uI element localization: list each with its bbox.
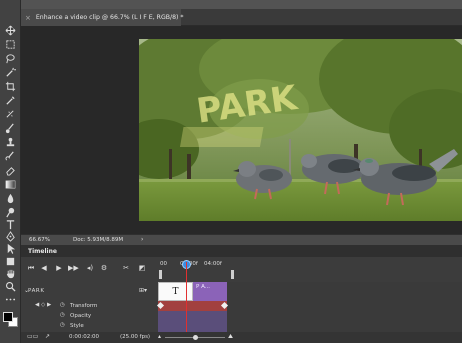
track-menu-icon[interactable]: ⊞▾ xyxy=(139,287,147,294)
zoom-level[interactable]: 66.67% xyxy=(29,237,50,243)
tools-panel xyxy=(0,0,21,343)
park-clip-label: P A... xyxy=(196,284,210,290)
blur-icon[interactable] xyxy=(3,192,18,204)
stamp-icon[interactable] xyxy=(3,136,18,148)
time-ruler[interactable]: 00 02:00f 04:00f xyxy=(158,257,462,282)
eraser-icon[interactable] xyxy=(3,164,18,176)
go-to-first-frame-icon[interactable]: ⏮ xyxy=(26,264,36,273)
playhead-line xyxy=(186,262,187,343)
path-select-icon[interactable] xyxy=(3,242,18,254)
dodge-icon[interactable] xyxy=(3,206,18,218)
more-icon[interactable] xyxy=(3,293,18,305)
work-area-end-handle[interactable] xyxy=(231,270,234,279)
healing-icon[interactable] xyxy=(3,108,18,120)
settings-gear-icon[interactable]: ⚙ xyxy=(99,264,109,272)
lasso-icon[interactable] xyxy=(3,52,18,64)
zoom-out-icon[interactable]: ▴ xyxy=(158,333,161,340)
timeline-header: Timeline xyxy=(21,245,462,257)
ruler-tick-2: 04:00f xyxy=(204,261,222,267)
track-header: ⌄ PARK ⊞▾ xyxy=(21,282,158,301)
document-tab-title: Enhance a video clip @ 66.7% (L I F E, R… xyxy=(35,14,184,21)
pen-icon[interactable] xyxy=(3,230,18,242)
timeline-title[interactable]: Timeline xyxy=(28,248,57,255)
status-bar: 66.67% Doc: 5.93M/8.89M › xyxy=(21,234,462,245)
move-icon[interactable] xyxy=(3,24,18,36)
timeline-footer: ▭▭ ↗ 0:00:02:00 (25.00 fps) ▴ ⛰ xyxy=(21,332,462,343)
ruler-tick-0: 00 xyxy=(160,261,167,267)
canvas-area[interactable]: PARK xyxy=(21,26,462,234)
property-label: Opacity xyxy=(70,313,92,319)
document-tab-bar: × Enhance a video clip @ 66.7% (L I F E,… xyxy=(21,9,462,26)
keyframe-nav-icon[interactable]: ◀ ◇ ▶ xyxy=(35,302,51,308)
text-layer-clip[interactable]: T xyxy=(158,282,193,301)
status-menu-arrow[interactable]: › xyxy=(141,236,143,243)
close-tab-icon[interactable]: × xyxy=(25,14,31,22)
property-label: Transform xyxy=(70,303,98,309)
next-frame-icon[interactable]: ▶▶ xyxy=(68,264,79,272)
playback-controls: ⏮ ◀ ▶ ▶▶ ◂) ⚙ ✂ ◩ xyxy=(21,257,158,282)
marquee-icon[interactable] xyxy=(3,38,18,50)
transform-keyframe-row[interactable] xyxy=(158,301,227,311)
frame-rate: (25.00 fps) xyxy=(120,334,151,340)
play-icon[interactable]: ▶ xyxy=(54,264,64,272)
park-layer-clip[interactable]: P A... xyxy=(193,282,227,301)
document-tab[interactable]: × Enhance a video clip @ 66.7% (L I F E,… xyxy=(21,9,184,26)
zoom-in-icon[interactable]: ⛰ xyxy=(228,333,233,341)
video-frame-preview[interactable]: PARK xyxy=(139,39,462,221)
eyedropper-icon[interactable] xyxy=(3,94,18,106)
work-area-start-handle[interactable] xyxy=(159,270,162,279)
brush-icon[interactable] xyxy=(3,122,18,134)
history-brush-icon[interactable] xyxy=(3,150,18,162)
property-row-style: ◷ Style xyxy=(21,321,158,331)
type-icon[interactable] xyxy=(3,218,18,230)
stopwatch-icon[interactable]: ◷ xyxy=(60,322,65,328)
property-row-opacity: ◷ Opacity xyxy=(21,311,158,321)
property-row-transform: ◀ ◇ ▶ ◷ Transform xyxy=(21,301,158,311)
transition-icon[interactable]: ◩ xyxy=(137,264,147,272)
shape-icon[interactable] xyxy=(3,255,18,267)
render-video-icon[interactable]: ▭▭ xyxy=(27,333,38,340)
split-scissors-icon[interactable]: ✂ xyxy=(121,264,131,272)
current-time[interactable]: 0:00:02:00 xyxy=(69,334,99,340)
gradient-icon[interactable] xyxy=(3,178,18,190)
timeline-panel: Timeline ⏮ ◀ ▶ ▶▶ ◂) ⚙ ✂ ◩ 00 02:00f 04:… xyxy=(21,245,462,343)
property-label: Style xyxy=(70,323,84,329)
stopwatch-icon[interactable]: ◷ xyxy=(60,302,65,308)
previous-frame-icon[interactable]: ◀ xyxy=(39,264,49,272)
crop-icon[interactable] xyxy=(3,80,18,92)
timeline-zoom-knob[interactable] xyxy=(193,335,198,340)
hand-icon[interactable] xyxy=(3,267,18,279)
zoom-icon[interactable] xyxy=(3,280,18,292)
foreground-color-swatch[interactable] xyxy=(3,312,13,322)
track-name[interactable]: PARK xyxy=(28,288,45,294)
stopwatch-icon[interactable]: ◷ xyxy=(60,312,65,318)
audio-icon[interactable]: ◂) xyxy=(85,264,95,272)
document-size: Doc: 5.93M/8.89M xyxy=(73,237,124,243)
convert-arrow-icon[interactable]: ↗ xyxy=(45,333,50,340)
magic-wand-icon[interactable] xyxy=(3,66,18,78)
text-clip-glyph: T xyxy=(172,286,179,297)
